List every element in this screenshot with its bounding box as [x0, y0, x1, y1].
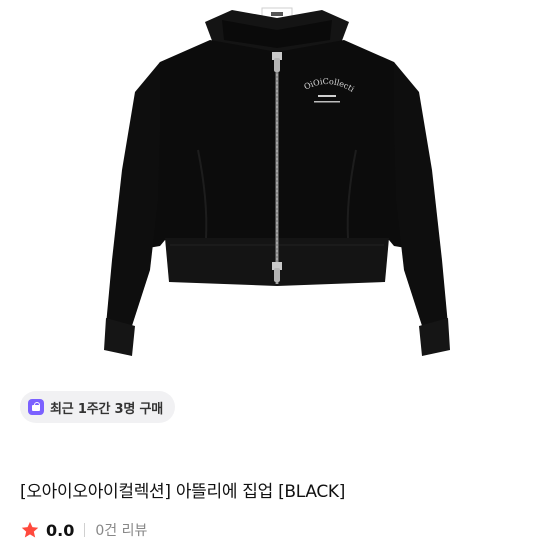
purchase-badge-text: 최근 1주간 3명 구매: [50, 401, 163, 417]
divider: [84, 523, 86, 537]
purchase-badge: 최근 1주간 3명 구매: [20, 391, 175, 423]
rating-value: 0.0: [46, 520, 75, 540]
review-count[interactable]: 0건 리뷰: [95, 520, 147, 540]
jacket-photo: OiOiCollection: [0, 0, 450, 356]
product-image[interactable]: OiOiCollection 최근 1주간 3명 구매: [0, 0, 554, 445]
product-title[interactable]: [오아이오아이컬렉션] 아뜰리에 집업 [BLACK]: [20, 477, 345, 502]
rating-row[interactable]: 0.0 0건 리뷰: [20, 520, 147, 540]
shopping-bag-icon: [28, 399, 44, 415]
star-icon: [21, 521, 39, 538]
